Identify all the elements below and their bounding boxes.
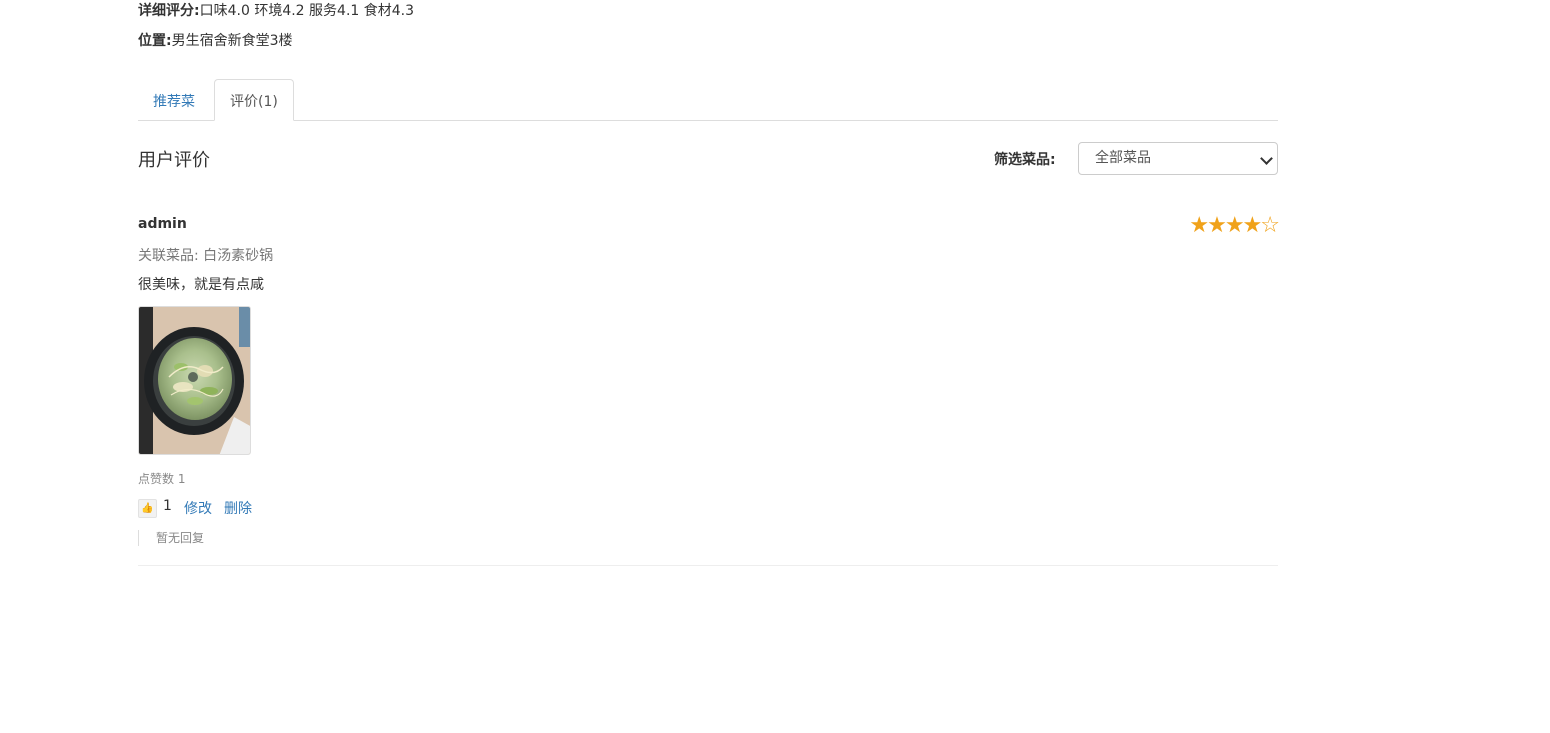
review-comment: 很美味，就是有点咸 [138, 277, 264, 293]
section-title: 用户评价 [138, 150, 210, 171]
delete-review-link[interactable]: 删除 [224, 498, 252, 518]
review-item: admin ★★★★☆ 关联菜品: 白汤素砂锅 很美味，就是有点咸 点赞数 1 … [138, 196, 1280, 566]
edit-review-link[interactable]: 修改 [184, 498, 212, 518]
dish-filter-selected-value: 全部菜品 [1095, 150, 1151, 166]
location-value: 男生宿舍新食堂3楼 [171, 33, 293, 49]
star-rating: ★★★★☆ [1189, 213, 1280, 238]
dish-filter-select[interactable]: 全部菜品 [1078, 142, 1278, 175]
reply-placeholder: 暂无回复 [138, 530, 204, 546]
chevron-down-icon [1260, 152, 1273, 165]
soup-bowl-image [139, 307, 250, 454]
detailed-rating-line: 详细评分:口味4.0 环境4.2 服务4.1 食材4.3 [138, 0, 414, 20]
review-username: admin [138, 216, 187, 232]
detailed-rating-value: 口味4.0 环境4.2 服务4.1 食材4.3 [199, 3, 415, 19]
tab-bar: 推荐菜 评价(1) [138, 79, 1278, 121]
dish-filter-label: 筛选菜品: [994, 152, 1056, 168]
detailed-rating-label: 详细评分: [138, 3, 200, 19]
location-label: 位置: [138, 33, 172, 49]
review-photo[interactable] [138, 306, 251, 455]
location-line: 位置:男生宿舍新食堂3楼 [138, 30, 293, 50]
tab-reviews[interactable]: 评价(1) [214, 79, 294, 121]
likes-count: 点赞数 1 [138, 472, 186, 486]
related-dish: 关联菜品: 白汤素砂锅 [138, 248, 274, 264]
tab-recommended-dishes[interactable]: 推荐菜 [138, 79, 210, 121]
thumbs-up-icon[interactable]: 👍 [138, 499, 157, 518]
like-count: 1 [163, 498, 172, 514]
